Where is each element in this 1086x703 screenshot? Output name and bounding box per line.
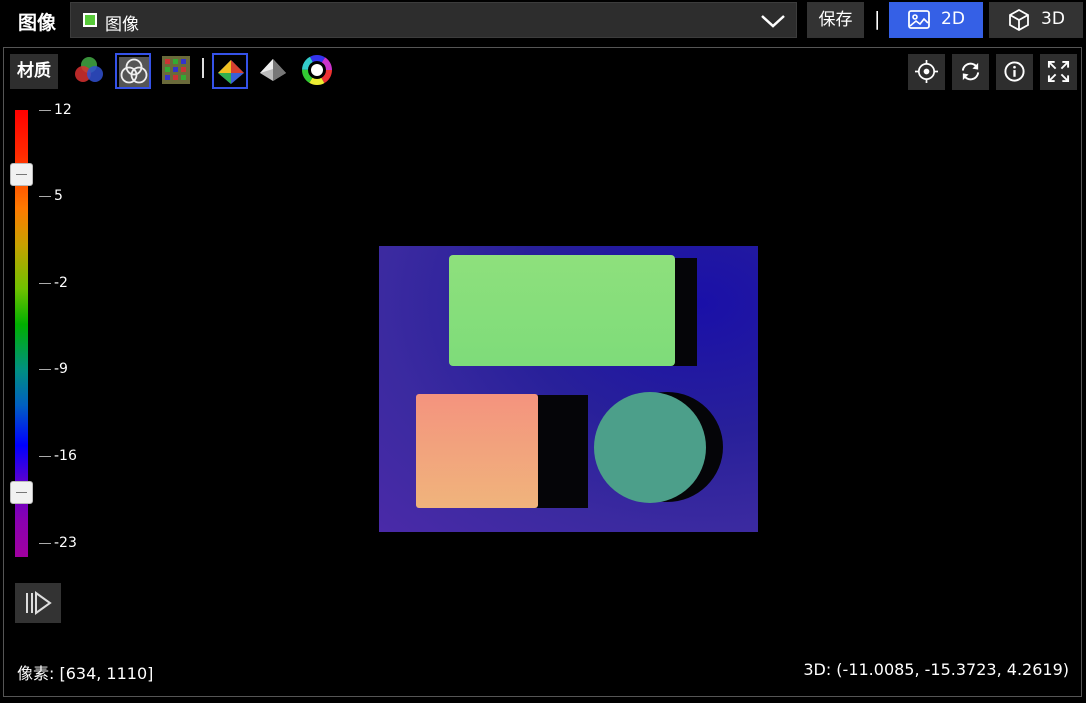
colorbar-tick: -16 xyxy=(39,448,77,464)
teal-circle-object xyxy=(594,392,706,503)
shadow-region xyxy=(534,395,588,508)
panel-title: 图像 xyxy=(18,12,57,34)
locate-icon xyxy=(915,60,938,83)
colorbar-lower-handle[interactable] xyxy=(10,481,33,504)
color-grid-button[interactable] xyxy=(159,53,195,89)
dropdown-selected-value: 图像 xyxy=(105,15,139,35)
refresh-icon xyxy=(961,62,980,81)
rgb-channels-button[interactable] xyxy=(72,53,108,89)
fullscreen-button[interactable] xyxy=(1040,54,1077,90)
color-grid-icon xyxy=(162,56,190,84)
shaded-surface-button[interactable] xyxy=(256,53,292,89)
coordinate-readout: 3D: (-11.0085, -15.3723, 4.2619) xyxy=(803,660,1069,679)
mode-2d-label: 2D xyxy=(941,9,965,29)
channel-overlap-icon xyxy=(119,57,149,87)
top-bar: 图像 图像 保存 | 2D 3D xyxy=(0,0,1086,42)
colorbar-tick: -9 xyxy=(39,361,68,377)
color-wheel-button[interactable] xyxy=(300,53,336,89)
height-map-icon xyxy=(218,60,244,84)
green-square-icon xyxy=(83,13,97,27)
height-map-button[interactable] xyxy=(212,53,248,89)
play-button[interactable] xyxy=(15,583,61,623)
shaded-surface-icon xyxy=(260,59,286,81)
colorbar-tick: -2 xyxy=(39,275,68,291)
green-rectangle-object xyxy=(449,255,675,366)
colorbar-tick: 5 xyxy=(39,188,63,204)
channel-overlap-button[interactable] xyxy=(115,53,151,89)
locate-button[interactable] xyxy=(908,54,945,90)
divider: | xyxy=(874,8,881,30)
save-button[interactable]: 保存 xyxy=(807,2,864,38)
fullscreen-icon xyxy=(1047,60,1070,83)
height-map-image[interactable] xyxy=(379,246,758,532)
mode-3d-label: 3D xyxy=(1041,9,1065,29)
material-button[interactable]: 材质 xyxy=(10,54,58,89)
info-button[interactable] xyxy=(996,54,1033,90)
image-source-dropdown[interactable]: 图像 xyxy=(70,2,797,38)
color-wheel-icon xyxy=(302,55,332,85)
colorbar-tick: 12 xyxy=(39,102,72,118)
image-viewer[interactable]: 材质 12 5 -2 -9 -16 -23 像素: [634, 1110] 3D… xyxy=(3,47,1082,697)
chevron-down-icon xyxy=(761,15,785,28)
image-icon xyxy=(908,10,930,29)
colorbar-tick: -23 xyxy=(39,535,77,551)
refresh-button[interactable] xyxy=(952,54,989,90)
rgb-channels-icon xyxy=(75,57,103,82)
peach-square-object xyxy=(416,394,538,508)
colorbar-upper-handle[interactable] xyxy=(10,163,33,186)
pixel-readout: 像素: [634, 1110] xyxy=(17,664,154,683)
mode-2d-button[interactable]: 2D xyxy=(889,2,983,38)
mode-3d-button[interactable]: 3D xyxy=(989,2,1083,38)
toolbar-divider xyxy=(202,58,204,78)
cube-icon xyxy=(1009,8,1029,32)
play-icon xyxy=(26,591,52,615)
info-icon xyxy=(1004,61,1025,82)
